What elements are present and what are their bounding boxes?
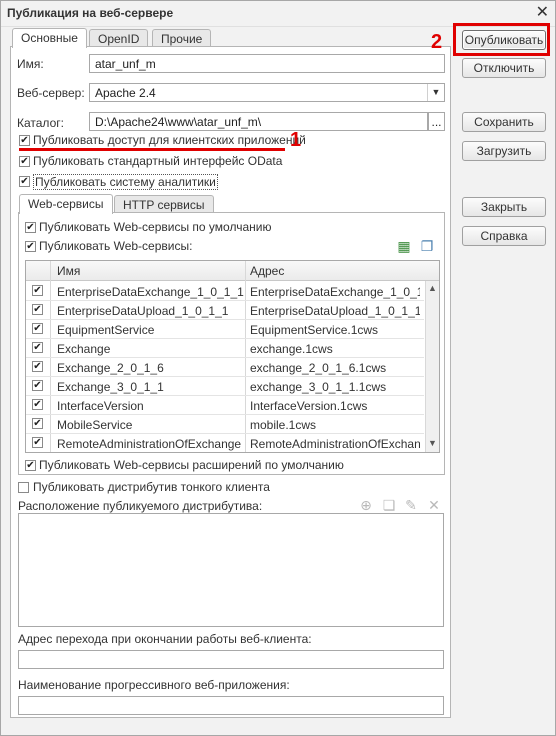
table-row[interactable]: InterfaceVersion InterfaceVersion.1cws [26,396,424,415]
add-icon[interactable]: ⊕ [358,497,374,513]
distrib-location-label: Расположение публикуемого дистрибутива: [18,499,263,513]
browse-button[interactable]: ... [428,112,445,131]
odata-checkbox[interactable] [19,156,30,167]
table-row[interactable]: RemoteAdministrationOfExchange RemoteAdmi… [26,434,424,452]
table-row[interactable]: EnterpriseDataExchange_1_0_1_1 Enterprise… [26,282,424,301]
name-label: Имя: [17,57,44,71]
close-button[interactable]: Закрыть [462,197,546,217]
row-address: mobile.1cws [250,418,317,432]
webserver-label: Веб-сервер: [17,86,85,100]
analytics-label: Публиковать систему аналитики [33,174,218,190]
row-address: InterfaceVersion.1cws [250,399,368,413]
row-name: RemoteAdministrationOfExchange [57,437,242,451]
load-button[interactable]: Загрузить [462,141,546,161]
scroll-down-icon[interactable]: ▼ [428,438,437,448]
help-button[interactable]: Справка [462,226,546,246]
row-checkbox[interactable] [32,285,43,296]
row-checkbox[interactable] [32,437,43,448]
row-checkbox[interactable] [32,304,43,315]
chevron-down-icon[interactable]: ▼ [427,84,444,101]
annotation-1: 1 [290,129,302,151]
tab-web-services[interactable]: Web-сервисы [19,194,113,214]
scroll-up-icon[interactable]: ▲ [428,283,437,293]
ws-extensions-label: Публиковать Web-сервисы расширений по ум… [39,458,344,472]
client-apps-label: Публиковать доступ для клиентских прилож… [33,133,306,147]
pwa-label: Наименование прогрессивного веб-приложен… [18,678,290,692]
web-services-table: Имя Адрес EnterpriseDataExchange_1_0_1_1… [25,260,440,453]
row-checkbox[interactable] [32,380,43,391]
catalog-field[interactable]: D:\Apache24\www\atar_unf_m\ [89,112,428,131]
delete-icon[interactable]: ✕ [426,497,442,513]
pwa-field[interactable] [18,696,444,715]
redirect-label: Адрес перехода при окончании работы веб-… [18,632,312,646]
tab-main[interactable]: Основные [12,28,87,48]
table-row[interactable]: EnterpriseDataUpload_1_0_1_1 EnterpriseDa… [26,301,424,320]
row-checkbox[interactable] [32,399,43,410]
analytics-checkbox[interactable] [19,176,30,187]
row-address: exchange_3_0_1_1.1cws [250,380,387,394]
edit-icon[interactable]: ✎ [403,497,419,513]
table-row[interactable]: MobileService mobile.1cws [26,415,424,434]
name-field[interactable]: atar_unf_m [89,54,445,73]
row-address: EquipmentService.1cws [250,323,379,337]
table-row[interactable]: Exchange_3_0_1_1 exchange_3_0_1_1.1cws [26,377,424,396]
disable-button[interactable]: Отключить [462,58,546,78]
row-checkbox[interactable] [32,361,43,372]
row-address: RemoteAdministrationOfExchange... [250,437,420,451]
red-underline [19,148,285,151]
thin-client-checkbox[interactable] [18,482,29,493]
ws-default-checkbox[interactable] [25,222,36,233]
window-title: Публикация на веб-сервере [7,6,174,20]
redirect-field[interactable] [18,650,444,669]
row-name: InterfaceVersion [57,399,144,413]
table-scrollbar[interactable]: ▲ ▼ [425,281,439,452]
col-name-header[interactable]: Имя [57,264,80,278]
annotation-2: 2 [431,31,443,53]
row-name: EnterpriseDataExchange_1_0_1_1 [57,285,244,299]
copy-icon[interactable]: ❏ [381,497,397,513]
row-name: MobileService [57,418,133,432]
ws-publish-checkbox[interactable] [25,241,36,252]
row-address: EnterpriseDataExchange_1_0_1_... [250,285,420,299]
row-name: Exchange_3_0_1_1 [57,380,164,394]
catalog-label: Каталог: [17,116,64,130]
client-apps-checkbox[interactable] [19,135,30,146]
row-address: exchange.1cws [250,342,333,356]
row-checkbox[interactable] [32,418,43,429]
uncheck-all-icon[interactable]: ❐ [419,238,435,254]
save-button[interactable]: Сохранить [462,112,546,132]
publish-dialog: Публикация на веб-сервере ✕ Основные Ope… [0,0,556,736]
webserver-select[interactable]: Apache 2.4 [89,83,445,102]
row-checkbox[interactable] [32,323,43,334]
row-address: exchange_2_0_1_6.1cws [250,361,387,375]
col-address-header[interactable]: Адрес [250,264,284,278]
ws-extensions-checkbox[interactable] [25,460,36,471]
thin-client-label: Публиковать дистрибутив тонкого клиента [33,480,270,494]
table-row[interactable]: EquipmentService EquipmentService.1cws [26,320,424,339]
row-name: EnterpriseDataUpload_1_0_1_1 [57,304,229,318]
row-name: Exchange [57,342,111,356]
row-name: EquipmentService [57,323,155,337]
ws-publish-label: Публиковать Web-сервисы: [39,239,193,253]
row-checkbox[interactable] [32,342,43,353]
ws-default-label: Публиковать Web-сервисы по умолчанию [39,220,272,234]
close-icon[interactable]: ✕ [536,4,549,22]
table-header: Имя Адрес [26,261,439,281]
odata-label: Публиковать стандартный интерфейс OData [33,154,283,168]
table-row[interactable]: Exchange exchange.1cws [26,339,424,358]
table-row[interactable]: Exchange_2_0_1_6 exchange_2_0_1_6.1cws [26,358,424,377]
check-all-icon[interactable]: ▦ [396,238,412,254]
row-name: Exchange_2_0_1_6 [57,361,164,375]
row-address: EnterpriseDataUpload_1_0_1_1.1... [250,304,420,318]
distrib-location-list[interactable] [18,513,444,627]
publish-button[interactable]: Опубликовать [462,30,546,50]
